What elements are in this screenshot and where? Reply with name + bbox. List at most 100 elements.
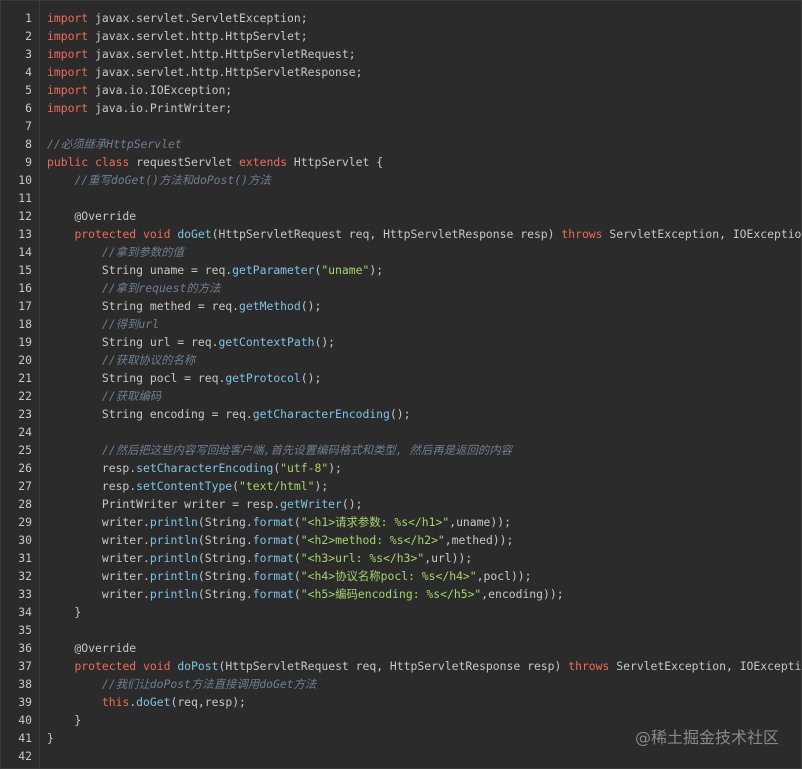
- line-text: //我们让doPost方法直接调用doGet方法: [47, 675, 316, 693]
- line-number: 4: [25, 65, 32, 79]
- code-token: getProtocol: [225, 371, 301, 385]
- code-line[interactable]: 37 protected void doPost(HttpServletRequ…: [1, 657, 802, 675]
- code-line[interactable]: 30 writer.println(String.format("<h2>met…: [1, 531, 801, 549]
- line-number: 19: [18, 335, 32, 349]
- code-line[interactable]: 19 String url = req.getContextPath();: [1, 333, 801, 351]
- code-line[interactable]: 23 String encoding = req.getCharacterEnc…: [1, 405, 801, 423]
- code-line[interactable]: 14 //拿到参数的值: [1, 243, 801, 261]
- code-line[interactable]: 38 //我们让doPost方法直接调用doGet方法: [1, 675, 801, 693]
- code-line[interactable]: 6 import java.io.PrintWriter;: [1, 99, 801, 117]
- code-token: (String.: [197, 551, 253, 565]
- line-number: 3: [25, 47, 32, 61]
- code-token: ,uname));: [449, 515, 511, 529]
- code-line[interactable]: 31 writer.println(String.format("<h3>url…: [1, 549, 801, 567]
- code-token: class: [95, 155, 130, 169]
- code-area[interactable]: 1 import javax.servlet.ServletException; 2…: [1, 9, 802, 765]
- code-token: javax.servlet.ServletException;: [88, 11, 308, 25]
- code-token: (String.: [197, 533, 253, 547]
- code-line[interactable]: 24: [1, 423, 801, 441]
- line-text: import javax.servlet.http.HttpServletRes…: [47, 63, 362, 81]
- code-token: doGet: [177, 227, 212, 241]
- code-token: ();: [300, 299, 322, 313]
- line-text: }: [47, 603, 81, 621]
- code-token: doGet: [136, 695, 171, 709]
- code-line[interactable]: 34 }: [1, 603, 801, 621]
- line-number: 31: [18, 551, 32, 565]
- code-line[interactable]: 33 writer.println(String.format("<h5>编码e…: [1, 585, 801, 603]
- code-token: setContentType: [136, 479, 233, 493]
- code-line[interactable]: 7: [1, 117, 801, 135]
- code-line[interactable]: 1 import javax.servlet.ServletException;: [1, 9, 801, 27]
- code-line[interactable]: 10 //重写doGet()方法和doPost()方法: [1, 171, 801, 189]
- code-token: doPost: [177, 659, 219, 673]
- code-token: writer.: [47, 515, 150, 529]
- code-token: //得到url: [101, 317, 159, 331]
- line-number: 14: [18, 245, 32, 259]
- code-token: "<h4>协议名称pocl: %s</h4>": [300, 569, 477, 583]
- code-line[interactable]: 29 writer.println(String.format("<h1>请求参…: [1, 513, 801, 531]
- code-token: format: [252, 533, 294, 547]
- code-line[interactable]: 16 //拿到request的方法: [1, 279, 801, 297]
- code-line[interactable]: 35: [1, 621, 801, 639]
- line-number: 41: [18, 731, 32, 745]
- code-token: @Override: [47, 209, 137, 223]
- line-text: writer.println(String.format("<h4>协议名称po…: [47, 567, 532, 585]
- code-token: getCharacterEncoding: [252, 407, 390, 421]
- code-line[interactable]: 9 public class requestServlet extends Htt…: [1, 153, 801, 171]
- code-token: //我们让doPost方法直接调用doGet方法: [101, 677, 317, 691]
- code-line[interactable]: 15 String uname = req.getParameter("unam…: [1, 261, 801, 279]
- code-line[interactable]: 5 import java.io.IOException;: [1, 81, 801, 99]
- line-number: 42: [18, 749, 32, 763]
- code-token: "<h3>url: %s</h3>": [300, 551, 425, 565]
- line-number: 24: [18, 425, 32, 439]
- line-number: 29: [18, 515, 32, 529]
- code-token: resp.: [47, 461, 137, 475]
- code-line[interactable]: 20 //获取协议的名称: [1, 351, 801, 369]
- code-token: ();: [341, 497, 363, 511]
- code-line[interactable]: 2 import javax.servlet.http.HttpServlet;: [1, 27, 801, 45]
- code-line[interactable]: 22 //获取编码: [1, 387, 801, 405]
- code-token: (: [232, 479, 240, 493]
- code-line[interactable]: 18 //得到url: [1, 315, 801, 333]
- code-line[interactable]: 27 resp.setContentType("text/html");: [1, 477, 801, 495]
- code-line[interactable]: 8 //必须继承HttpServlet: [1, 135, 801, 153]
- code-token: println: [149, 551, 198, 565]
- line-number: 5: [25, 83, 32, 97]
- code-token: throws: [561, 227, 603, 241]
- code-line[interactable]: 11: [1, 189, 801, 207]
- code-line[interactable]: 42: [1, 747, 801, 765]
- code-line[interactable]: 12 @Override: [1, 207, 801, 225]
- code-token: (HttpServletRequest req, HttpServletResp…: [211, 227, 562, 241]
- code-editor[interactable]: 1 import javax.servlet.ServletException; 2…: [0, 0, 802, 769]
- code-line[interactable]: 32 writer.println(String.format("<h4>协议名…: [1, 567, 801, 585]
- code-line[interactable]: 36 @Override: [1, 639, 801, 657]
- code-line[interactable]: 4 import javax.servlet.http.HttpServletRe…: [1, 63, 801, 81]
- code-token: ,encoding));: [481, 587, 564, 601]
- code-line[interactable]: 3 import javax.servlet.http.HttpServletRe…: [1, 45, 801, 63]
- code-token: //拿到参数的值: [101, 245, 184, 259]
- code-token: (: [293, 515, 301, 529]
- code-line[interactable]: 39 this.doGet(req,resp);: [1, 693, 801, 711]
- code-token: setCharacterEncoding: [136, 461, 274, 475]
- code-token: this: [101, 695, 130, 709]
- line-number: 21: [18, 371, 32, 385]
- code-token: throws: [568, 659, 610, 673]
- code-line[interactable]: 25 //然后把这些内容写回给客户端,首先设置编码格式和类型, 然后再是返回的内…: [1, 441, 801, 459]
- code-line[interactable]: 13 protected void doGet(HttpServletReque…: [1, 225, 802, 243]
- code-token: writer.: [47, 587, 150, 601]
- line-number: 22: [18, 389, 32, 403]
- code-token: import: [47, 101, 89, 115]
- line-text: @Override: [47, 639, 136, 657]
- code-line[interactable]: 17 String methed = req.getMethod();: [1, 297, 801, 315]
- code-line[interactable]: 26 resp.setCharacterEncoding("utf-8");: [1, 459, 801, 477]
- code-token: ,pocl));: [476, 569, 532, 583]
- code-token: extends: [239, 155, 288, 169]
- code-line[interactable]: 21 String pocl = req.getProtocol();: [1, 369, 801, 387]
- code-line[interactable]: 28 PrintWriter writer = resp.getWriter()…: [1, 495, 801, 513]
